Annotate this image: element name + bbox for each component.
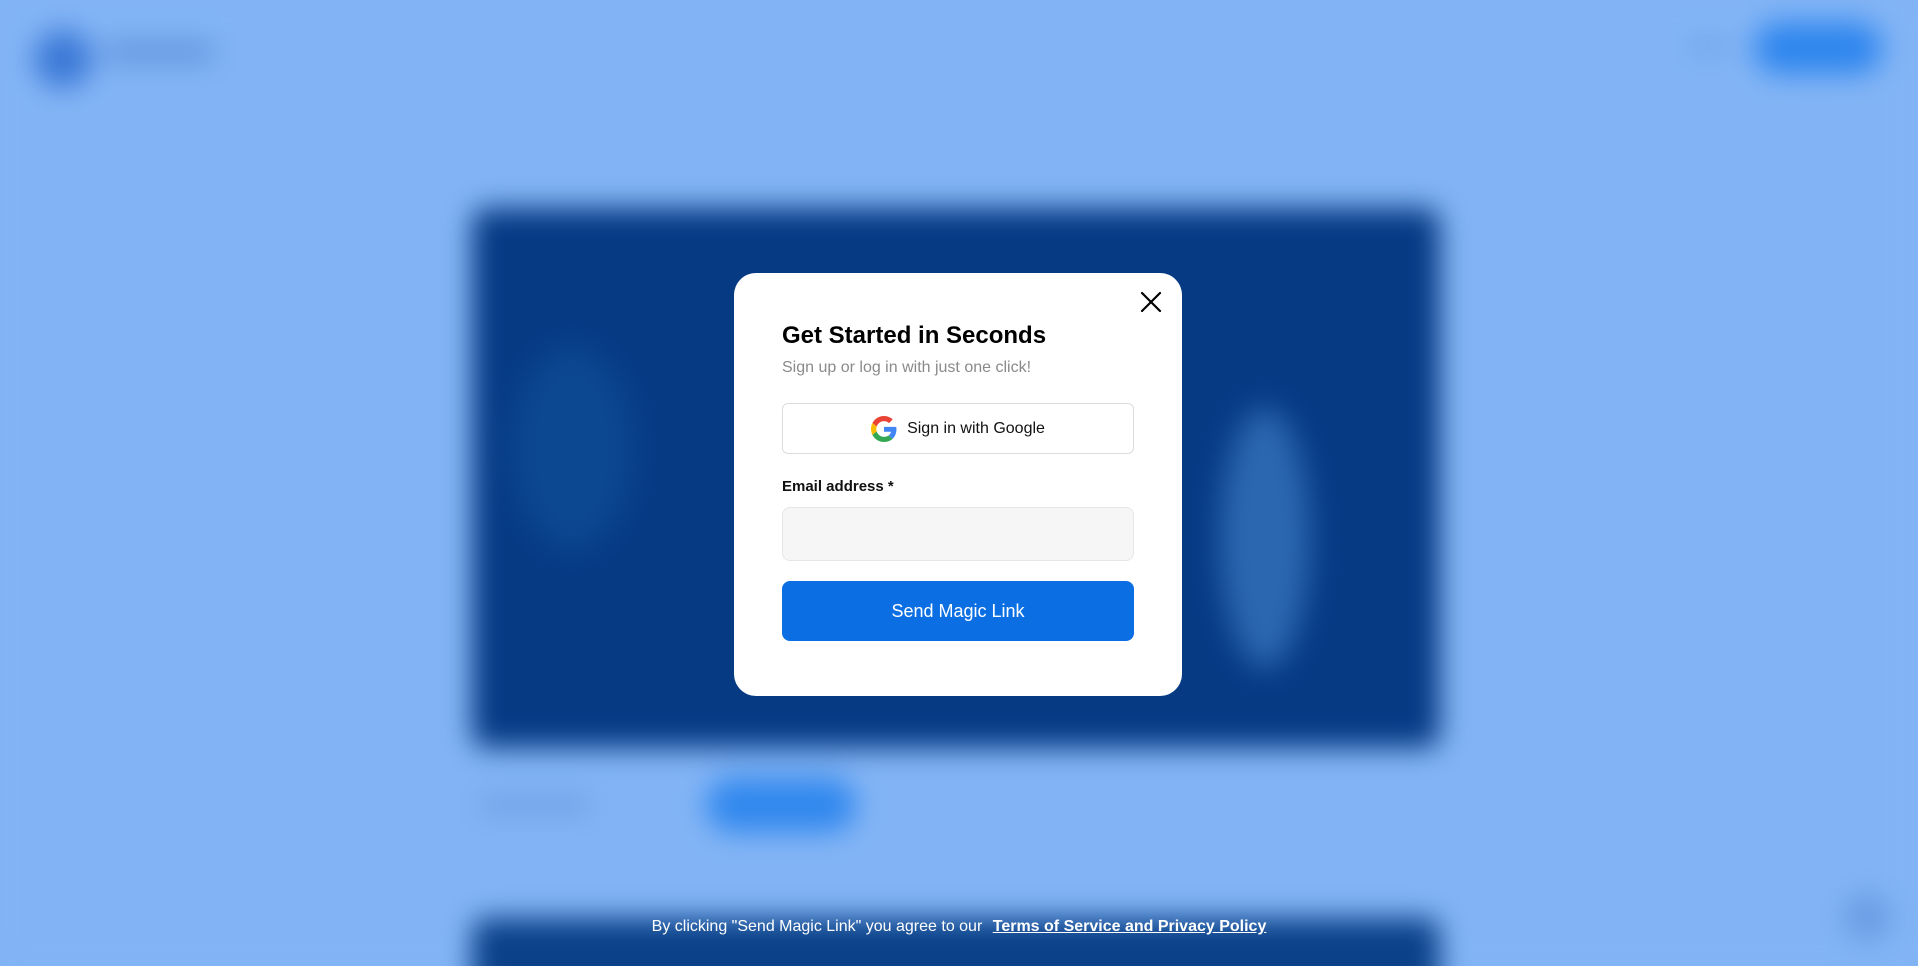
- google-logo-icon: [871, 415, 897, 442]
- google-sign-in-button[interactable]: Sign in with Google: [782, 403, 1134, 454]
- background-hero-shape: [512, 348, 632, 548]
- background-brand-text: [104, 42, 214, 62]
- send-magic-link-button[interactable]: Send Magic Link: [782, 581, 1134, 641]
- email-field[interactable]: [782, 507, 1134, 561]
- background-logo: [34, 30, 92, 88]
- terms-text: By clicking "Send Magic Link" you agree …: [651, 918, 983, 935]
- background-header-button: [1754, 22, 1882, 74]
- terms-notice: By clicking "Send Magic Link" you agree …: [0, 918, 1918, 936]
- close-button[interactable]: [1136, 287, 1166, 317]
- google-button-label: Sign in with Google: [907, 419, 1045, 437]
- close-icon: [1140, 291, 1162, 313]
- modal-title: Get Started in Seconds: [782, 322, 1047, 349]
- modal-subtitle: Sign up or log in with just one click!: [782, 359, 1032, 376]
- background-header-link: [1688, 38, 1728, 54]
- background-hero-shape: [1220, 408, 1310, 668]
- sign-in-modal: Get Started in Seconds Sign up or log in…: [734, 273, 1182, 696]
- background-caption: [480, 796, 590, 814]
- email-label: Email address *: [782, 478, 894, 495]
- background-cta-button: [706, 778, 856, 832]
- terms-privacy-link[interactable]: Terms of Service and Privacy Policy: [993, 918, 1267, 935]
